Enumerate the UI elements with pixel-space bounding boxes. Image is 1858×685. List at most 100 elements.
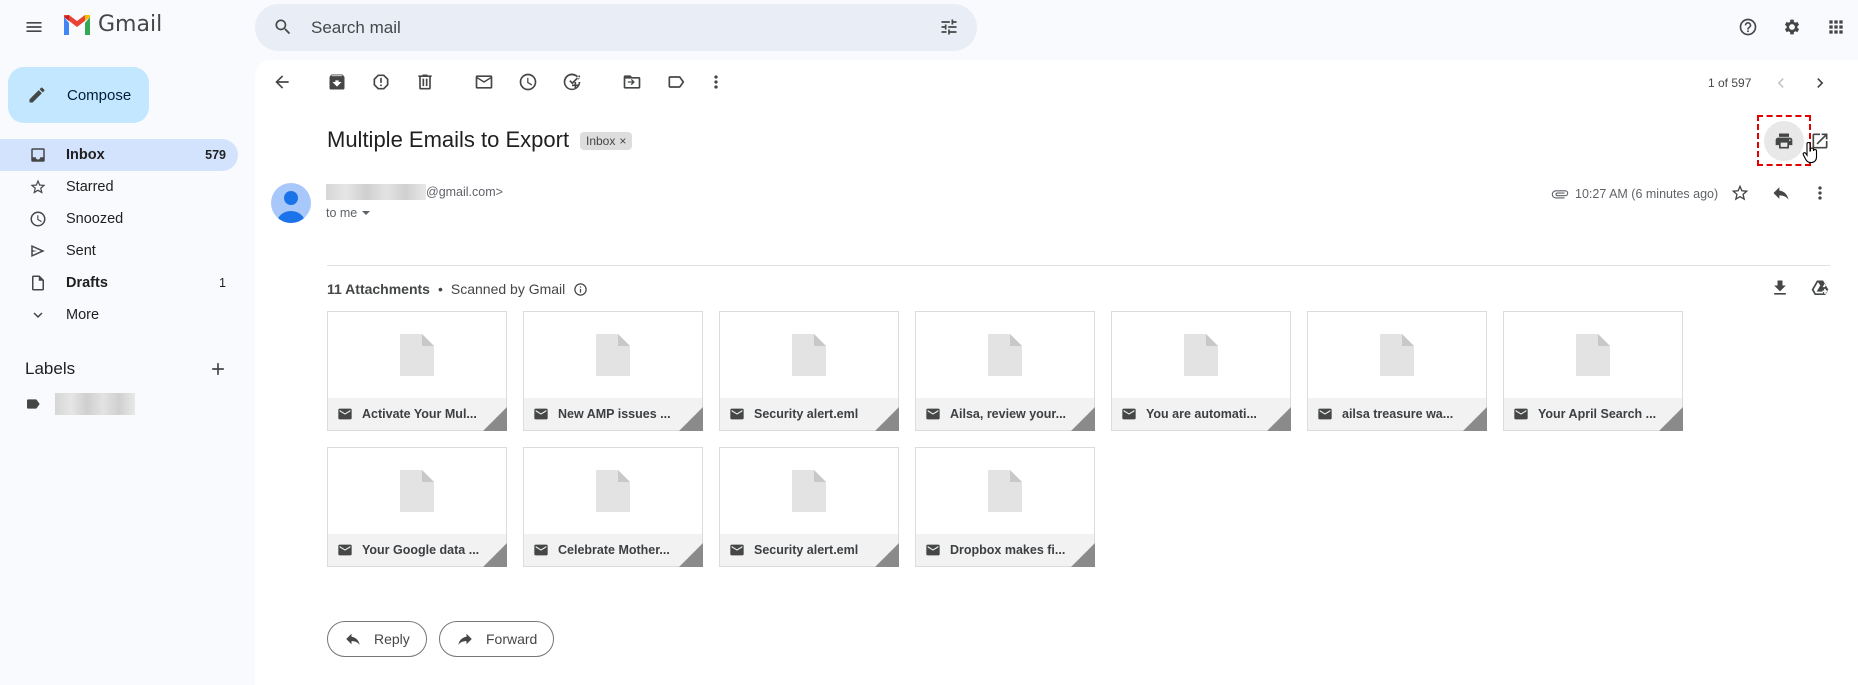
attachment-name: Security alert.eml — [754, 543, 859, 557]
help-icon[interactable] — [1736, 15, 1760, 39]
caret-down-icon — [362, 211, 371, 215]
attachment-footer: New AMP issues ... — [524, 398, 702, 430]
file-icon — [400, 470, 434, 512]
attachment-tile[interactable]: Activate Your Mul... — [327, 311, 507, 431]
inbox-icon — [26, 143, 50, 167]
label-tag-icon — [25, 396, 41, 412]
email-file-icon — [729, 542, 745, 558]
search-icon[interactable] — [271, 15, 295, 39]
email-subject: Multiple Emails to Export — [327, 127, 570, 152]
sidebar-item-snoozed[interactable]: Snoozed — [0, 203, 238, 235]
reply-icon[interactable] — [1769, 181, 1793, 205]
search-options-icon[interactable] — [937, 15, 961, 39]
info-icon[interactable] — [573, 282, 588, 297]
file-thumbnail — [328, 448, 506, 534]
page-curl — [483, 543, 507, 567]
chevron-left-icon[interactable] — [1769, 71, 1793, 95]
attachment-footer: Dropbox makes fi... — [916, 534, 1094, 566]
file-icon — [792, 470, 826, 512]
email-file-icon — [337, 406, 353, 422]
attachment-footer: Activate Your Mul... — [328, 398, 506, 430]
attachment-tile[interactable]: Security alert.eml — [719, 311, 899, 431]
label-item[interactable] — [25, 393, 135, 415]
trash-icon[interactable] — [413, 70, 437, 94]
gmail-logo[interactable]: Gmail — [62, 12, 162, 37]
star-icon[interactable] — [1728, 181, 1752, 205]
settings-gear-icon[interactable] — [1780, 15, 1804, 39]
add-label-icon[interactable] — [206, 357, 230, 381]
remove-label-button[interactable]: × — [619, 134, 626, 148]
label-icon[interactable] — [664, 70, 688, 94]
pagination-count: 1 of 597 — [1708, 76, 1752, 90]
attachment-tile[interactable]: Your Google data ... — [327, 447, 507, 567]
add-to-drive-icon[interactable] — [1808, 276, 1832, 300]
file-thumbnail — [720, 448, 898, 534]
attachment-tile[interactable]: Security alert.eml — [719, 447, 899, 567]
attachment-footer: Celebrate Mother... — [524, 534, 702, 566]
sender-email-suffix: @gmail.com> — [426, 185, 503, 199]
move-to-icon[interactable] — [620, 70, 644, 94]
page-curl — [483, 407, 507, 431]
download-all-icon[interactable] — [1768, 276, 1792, 300]
pencil-icon — [25, 83, 49, 107]
file-thumbnail — [1504, 312, 1682, 398]
attachment-tile[interactable]: Celebrate Mother... — [523, 447, 703, 567]
attachment-tile[interactable]: Ailsa, review your... — [915, 311, 1095, 431]
attachment-footer: Security alert.eml — [720, 398, 898, 430]
recipient-details[interactable]: to me — [326, 206, 371, 220]
more-vert-icon[interactable] — [1808, 181, 1832, 205]
file-thumbnail — [916, 448, 1094, 534]
back-arrow-icon[interactable] — [270, 70, 294, 94]
search-input[interactable] — [311, 14, 871, 42]
attachment-name: Ailsa, review your... — [950, 407, 1067, 421]
google-apps-icon[interactable] — [1824, 15, 1848, 39]
email-file-icon — [1513, 406, 1529, 422]
search-bar[interactable] — [255, 4, 977, 51]
attachments-header: 11 Attachments • Scanned by Gmail — [327, 281, 588, 297]
printer-icon — [1772, 129, 1796, 153]
attachment-clip-icon — [1551, 190, 1569, 199]
scanned-label: Scanned by Gmail — [450, 281, 566, 297]
more-options-icon[interactable] — [704, 70, 728, 94]
report-spam-icon[interactable] — [369, 70, 393, 94]
star-icon — [26, 175, 50, 199]
print-all-button[interactable] — [1764, 120, 1804, 161]
attachment-tile[interactable]: Dropbox makes fi... — [915, 447, 1095, 567]
attachment-name: ailsa treasure wa... — [1342, 407, 1454, 421]
page-curl — [1463, 407, 1487, 431]
sidebar-item-inbox[interactable]: Inbox 579 — [0, 139, 238, 171]
page-curl — [875, 407, 899, 431]
file-icon — [596, 470, 630, 512]
attachment-name: Security alert.eml — [754, 407, 859, 421]
email-timestamp: 10:27 AM (6 minutes ago) — [1551, 185, 1718, 203]
sender-avatar[interactable] — [271, 183, 311, 223]
attachment-tile[interactable]: You are automati... — [1111, 311, 1291, 431]
mark-unread-icon[interactable] — [472, 70, 496, 94]
archive-icon[interactable] — [325, 70, 349, 94]
add-to-tasks-icon[interactable] — [560, 70, 584, 94]
sidebar-item-label: More — [66, 307, 100, 323]
email-file-icon — [533, 542, 549, 558]
snooze-clock-icon[interactable] — [516, 70, 540, 94]
sidebar-item-sent[interactable]: Sent — [0, 235, 238, 267]
attachment-footer: You are automati... — [1112, 398, 1290, 430]
attachment-footer: ailsa treasure wa... — [1308, 398, 1486, 430]
divider — [327, 265, 1830, 266]
sidebar-item-starred[interactable]: Starred — [0, 171, 238, 203]
attachment-name: Your Google data ... — [362, 543, 480, 557]
attachment-tile[interactable]: Your April Search ... — [1503, 311, 1683, 431]
inbox-count: 579 — [205, 148, 226, 162]
chevron-right-icon[interactable] — [1808, 71, 1832, 95]
sidebar-item-drafts[interactable]: Drafts 1 — [0, 267, 238, 299]
main-menu-icon[interactable] — [22, 15, 46, 39]
reply-button[interactable]: Reply — [327, 621, 427, 657]
forward-button[interactable]: Forward — [439, 621, 555, 657]
attachment-tile[interactable]: ailsa treasure wa... — [1307, 311, 1487, 431]
compose-button[interactable]: Compose — [8, 67, 149, 123]
timestamp-text: 10:27 AM (6 minutes ago) — [1575, 187, 1719, 201]
file-thumbnail — [1112, 312, 1290, 398]
sidebar-item-more[interactable]: More — [0, 299, 238, 331]
attachment-tile[interactable]: New AMP issues ... — [523, 311, 703, 431]
clock-icon — [26, 207, 50, 231]
redacted-label-name — [55, 393, 135, 415]
